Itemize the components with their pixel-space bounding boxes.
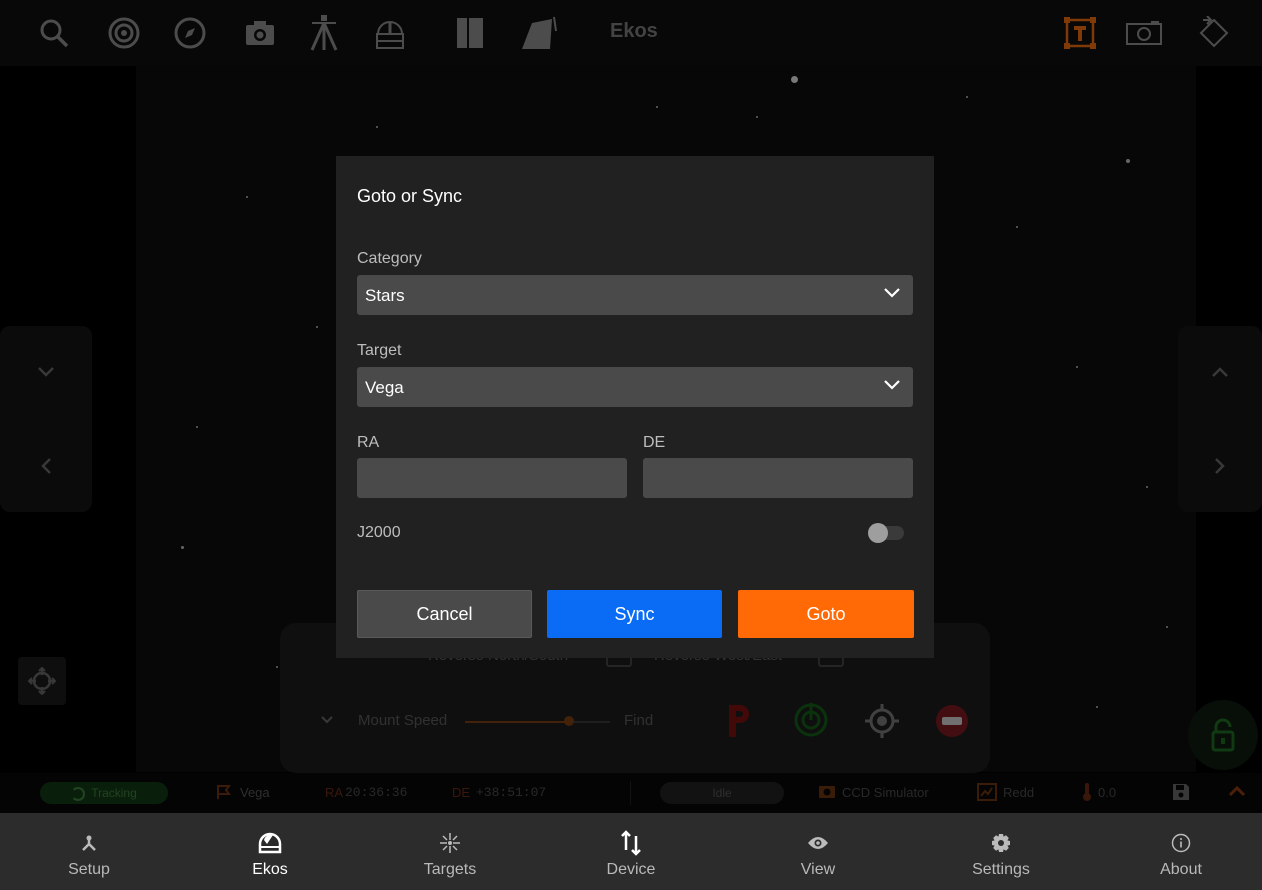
eye-icon bbox=[807, 831, 829, 855]
category-value: Stars bbox=[365, 286, 405, 305]
target-label: Target bbox=[357, 342, 402, 359]
nav-ekos[interactable]: Ekos bbox=[205, 813, 335, 890]
nav-targets[interactable]: Targets bbox=[385, 813, 515, 890]
nav-view[interactable]: View bbox=[753, 813, 883, 890]
nav-settings-label: Settings bbox=[972, 861, 1030, 878]
ekos-dome-icon bbox=[257, 831, 283, 855]
ra-field-label: RA bbox=[357, 434, 380, 451]
nav-device-label: Device bbox=[606, 861, 656, 878]
j2000-label: J2000 bbox=[357, 524, 401, 541]
setup-icon bbox=[80, 831, 98, 855]
bottom-navigation: Setup Ekos Targets Device View Settings bbox=[0, 813, 1262, 890]
chevron-down-icon bbox=[883, 287, 901, 299]
category-label: Category bbox=[357, 250, 422, 267]
goto-button[interactable]: Goto bbox=[738, 590, 914, 638]
sync-button[interactable]: Sync bbox=[547, 590, 722, 638]
dialog-title: Goto or Sync bbox=[357, 186, 463, 206]
nav-setup-label: Setup bbox=[68, 861, 110, 878]
gear-icon bbox=[991, 831, 1011, 855]
goto-sync-dialog: Goto or Sync Category Stars Target Vega … bbox=[336, 156, 934, 658]
nav-about-label: About bbox=[1160, 861, 1202, 878]
nav-settings[interactable]: Settings bbox=[936, 813, 1066, 890]
nav-ekos-label: Ekos bbox=[252, 861, 288, 878]
de-field-label: DE bbox=[643, 434, 666, 451]
toggle-knob bbox=[868, 523, 888, 543]
category-select[interactable]: Stars bbox=[357, 275, 913, 315]
de-input[interactable] bbox=[643, 458, 913, 498]
target-value: Vega bbox=[365, 378, 404, 397]
ra-input[interactable] bbox=[357, 458, 627, 498]
nav-view-label: View bbox=[800, 861, 836, 878]
nav-about[interactable]: About bbox=[1116, 813, 1246, 890]
target-select[interactable]: Vega bbox=[357, 367, 913, 407]
nav-targets-label: Targets bbox=[423, 861, 477, 878]
nav-setup[interactable]: Setup bbox=[24, 813, 154, 890]
targets-icon bbox=[439, 831, 461, 855]
nav-device[interactable]: Device bbox=[566, 813, 696, 890]
chevron-down-icon bbox=[883, 379, 901, 391]
cancel-button[interactable]: Cancel bbox=[357, 590, 532, 638]
device-icon bbox=[619, 830, 643, 856]
j2000-toggle[interactable] bbox=[868, 523, 904, 543]
info-icon bbox=[1171, 831, 1191, 855]
